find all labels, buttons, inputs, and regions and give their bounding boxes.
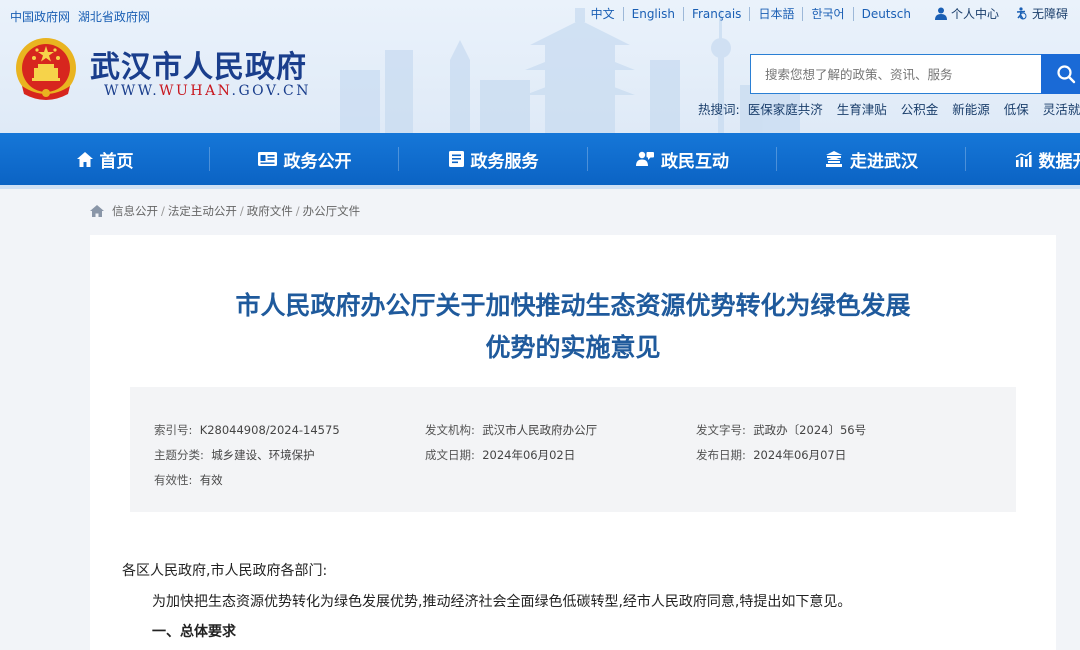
language-bar: 中文 English Français 日本語 한국어 Deutsch 个人中心… [583,5,1068,22]
breadcrumb-item[interactable]: 办公厅文件 [303,203,361,219]
meta-label: 发文字号: [696,423,746,437]
search-button[interactable] [1041,54,1080,94]
nav-about-wuhan-label: 走进武汉 [850,151,918,172]
site-url-suffix: .GOV.CN [231,83,311,99]
personal-center-link[interactable]: 个人中心 [934,5,999,22]
chart-icon [1015,151,1032,167]
home-icon[interactable] [90,205,104,217]
national-emblem-icon [16,38,76,100]
meta-value: K28044908/2024-14575 [199,423,340,437]
lang-fr[interactable]: Français [684,6,751,21]
meta-label: 主题分类: [154,448,204,462]
meta-value: 有效 [199,473,223,487]
meta-value: 城乡建设、环境保护 [211,448,315,462]
lang-de[interactable]: Deutsch [854,7,919,21]
meta-label: 索引号: [154,423,193,437]
breadcrumb: 信息公开 / 法定主动公开 / 政府文件 / 办公厅文件 [90,203,360,219]
accessibility-label: 无障碍 [1031,7,1068,21]
meta-issuer: 发文机构: 武汉市人民政府办公厅 [425,422,696,438]
accessibility-icon [1016,7,1027,20]
hot-word[interactable]: 低保 [1004,99,1029,118]
meta-value: 武政办〔2024〕56号 [753,423,867,437]
meta-value: 2024年06月07日 [753,448,847,462]
hot-word[interactable]: 灵活就 [1043,99,1080,118]
id-card-icon [257,152,277,166]
breadcrumb-item[interactable]: 信息公开 [112,203,158,219]
meta-row: 有效性: 有效 [154,472,425,488]
document-salutation: 各区人民政府,市人民政府各部门: [122,563,328,579]
nav-home[interactable]: 首页 [0,133,210,185]
meta-label: 有效性: [154,473,193,487]
meta-value: 2024年06月02日 [482,448,576,462]
breadcrumb-separator: / [239,204,244,218]
link-gov-cn[interactable]: 中国政府网 [10,10,70,24]
hot-search-label: 热搜词: [698,102,740,117]
nav-open-data[interactable]: 数据开放 [966,133,1080,185]
hot-word[interactable]: 医保家庭共济 [748,99,823,118]
search-input[interactable] [751,55,1042,93]
nav-gov-affairs-label: 政务公开 [283,151,352,172]
home-icon [76,151,93,167]
lang-ja[interactable]: 日本語 [750,6,804,21]
meta-row: 索引号: K28044908/2024-14575 发文机构: 武汉市人民政府办… [154,422,967,438]
accessibility-link[interactable]: 无障碍 [1015,5,1068,22]
nav-gov-services-label: 政务服务 [470,151,539,172]
site-url-highlight: WUHAN [159,83,232,99]
lang-en[interactable]: English [624,6,684,21]
link-hubei-gov[interactable]: 湖北省政府网 [78,10,150,24]
site-url-prefix: WWW. [104,83,160,99]
meta-published-date: 发布日期: 2024年06月07日 [696,447,967,463]
document-card: 市人民政府办公厅关于加快推动生态资源优势转化为绿色发展 优势的实施意见 索引号:… [90,235,1056,650]
meta-doc-number: 发文字号: 武政办〔2024〕56号 [696,422,967,438]
nav-interaction[interactable]: 政民互动 [588,133,777,185]
search-box [750,54,1042,94]
site-title: 武汉市人民政府 [90,50,307,85]
document-section-heading: 一、总体要求 [152,624,236,640]
meta-label: 成文日期: [425,448,475,462]
breadcrumb-item[interactable]: 政府文件 [247,203,293,219]
user-icon [934,7,947,20]
meta-label: 发布日期: [696,448,746,462]
personal-center-label: 个人中心 [950,7,999,21]
hot-word[interactable]: 新能源 [952,99,990,118]
meta-label: 发文机构: [425,423,475,437]
document-title-line2: 优势的实施意见 [485,333,661,362]
nav-gov-services[interactable]: 政务服务 [399,133,588,185]
meta-topic: 主题分类: 城乡建设、环境保护 [154,447,425,463]
nav-about-wuhan[interactable]: 走进武汉 [777,133,966,185]
hot-word[interactable]: 公积金 [901,99,939,118]
breadcrumb-separator: / [161,204,165,218]
meta-validity: 有效性: 有效 [154,472,425,488]
document-title-line1: 市人民政府办公厅关于加快推动生态资源优势转化为绿色发展 [235,291,911,320]
meta-created-date: 成文日期: 2024年06月02日 [425,447,696,463]
lang-zh[interactable]: 中文 [583,6,624,21]
document-meta-panel: 索引号: K28044908/2024-14575 发文机构: 武汉市人民政府办… [130,387,1016,512]
hot-word[interactable]: 生育津贴 [837,99,887,118]
breadcrumb-separator: / [295,204,300,218]
breadcrumb-item[interactable]: 法定主动公开 [168,203,237,219]
site-header: 中国政府网 湖北省政府网 中文 English Français 日本語 한국어… [0,0,1080,133]
document-title: 市人民政府办公厅关于加快推动生态资源优势转化为绿色发展 优势的实施意见 [90,285,1056,369]
search-icon [1057,65,1076,84]
main-nav: 首页 政务公开 政务服务 政民互动 走进武汉 数据 [0,133,1080,185]
meta-row: 主题分类: 城乡建设、环境保护 成文日期: 2024年06月02日 发布日期: … [154,447,967,463]
nav-open-data-label: 数据开放 [1038,151,1080,172]
meta-value: 武汉市人民政府办公厅 [482,423,598,437]
document-paragraph: 为加快把生态资源优势转化为绿色发展优势,推动经济社会全面绿色低碳转型,经市人民政… [152,594,852,610]
lang-ko[interactable]: 한국어 [803,6,854,21]
document-icon [448,151,464,167]
site-url: WWW.WUHAN.GOV.CN [104,83,311,99]
building-icon [826,151,842,167]
nav-gov-affairs[interactable]: 政务公开 [210,133,399,185]
top-links: 中国政府网 湖北省政府网 [10,8,154,25]
nav-interaction-label: 政民互动 [661,151,729,172]
nav-home-label: 首页 [99,151,134,172]
hot-search-words: 热搜词: 医保家庭共济 生育津贴 公积金 新能源 低保 灵活就 [698,99,1080,118]
people-icon [636,151,654,166]
meta-index: 索引号: K28044908/2024-14575 [154,422,425,438]
nav-divider-strip [0,185,1080,189]
